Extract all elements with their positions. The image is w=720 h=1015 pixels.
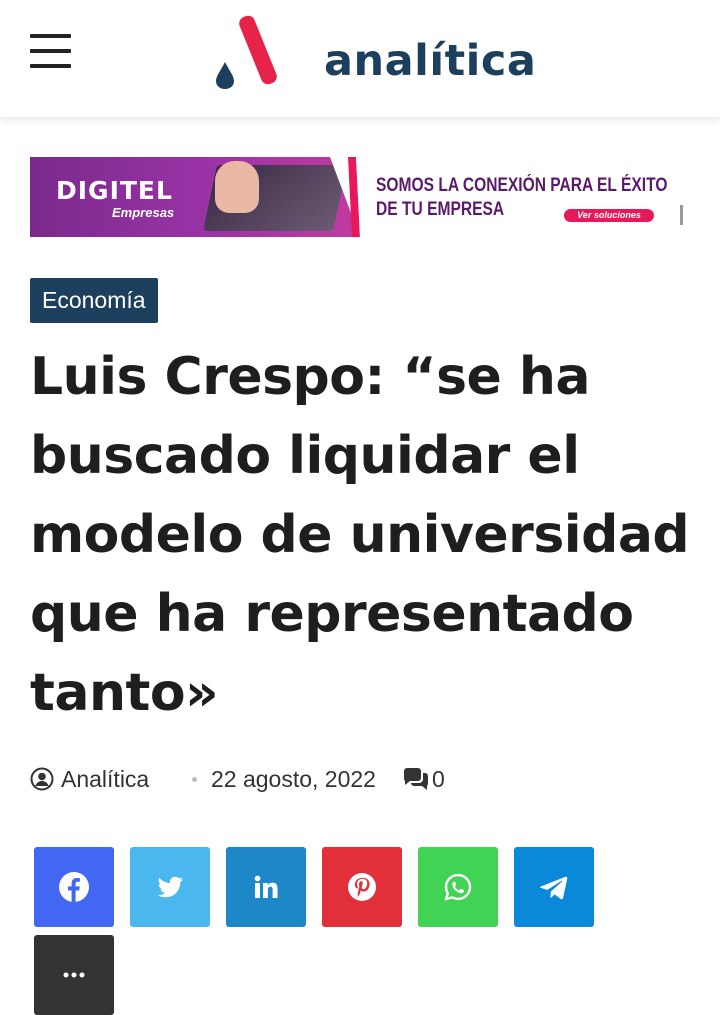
ad-headline-line-1: SOMOS LA CONEXIÓN PARA EL ÉXITO (376, 175, 668, 196)
ad-brand: DIGITEL (56, 176, 173, 205)
twitter-icon (157, 876, 183, 898)
site-logo[interactable]: analítica (214, 14, 536, 90)
share-whatsapp-button[interactable] (418, 847, 498, 927)
ad-cta-button[interactable]: Ver soluciones (564, 209, 654, 222)
comments-icon[interactable] (402, 767, 430, 791)
share-facebook-button[interactable] (34, 847, 114, 927)
post-date: 22 agosto, 2022 (211, 766, 376, 792)
logo-mark-icon (216, 15, 277, 89)
category-badge[interactable]: Economía (30, 278, 158, 323)
whatsapp-icon (444, 873, 472, 901)
share-linkedin-button[interactable] (226, 847, 306, 927)
ad-divider-shape (330, 157, 360, 237)
telegram-icon (540, 876, 568, 900)
menu-icon[interactable] (30, 34, 71, 68)
share-twitter-button[interactable] (130, 847, 210, 927)
share-more-button[interactable] (34, 935, 114, 1015)
share-pinterest-button[interactable] (322, 847, 402, 927)
facebook-icon (59, 872, 89, 902)
user-icon (30, 767, 54, 791)
ad-hand-image (215, 161, 259, 213)
pinterest-icon (348, 873, 376, 901)
ad-brand-sub: Empresas (112, 205, 175, 220)
logo-text: analítica (324, 36, 537, 86)
site-header: analítica (0, 0, 720, 117)
ad-banner[interactable]: DIGITEL Empresas SOMOS LA CONEXIÓN PARA … (30, 157, 690, 237)
meta-separator (192, 777, 197, 782)
author-link[interactable]: Analítica (61, 761, 149, 797)
share-telegram-button[interactable] (514, 847, 594, 927)
linkedin-icon (254, 875, 278, 898)
share-buttons (34, 847, 694, 1015)
more-icon (63, 972, 85, 978)
article-title: Luis Crespo: “se ha buscado liquidar el … (30, 347, 690, 723)
ad-fine-print (680, 205, 683, 225)
comments-count[interactable]: 0 (432, 761, 445, 797)
